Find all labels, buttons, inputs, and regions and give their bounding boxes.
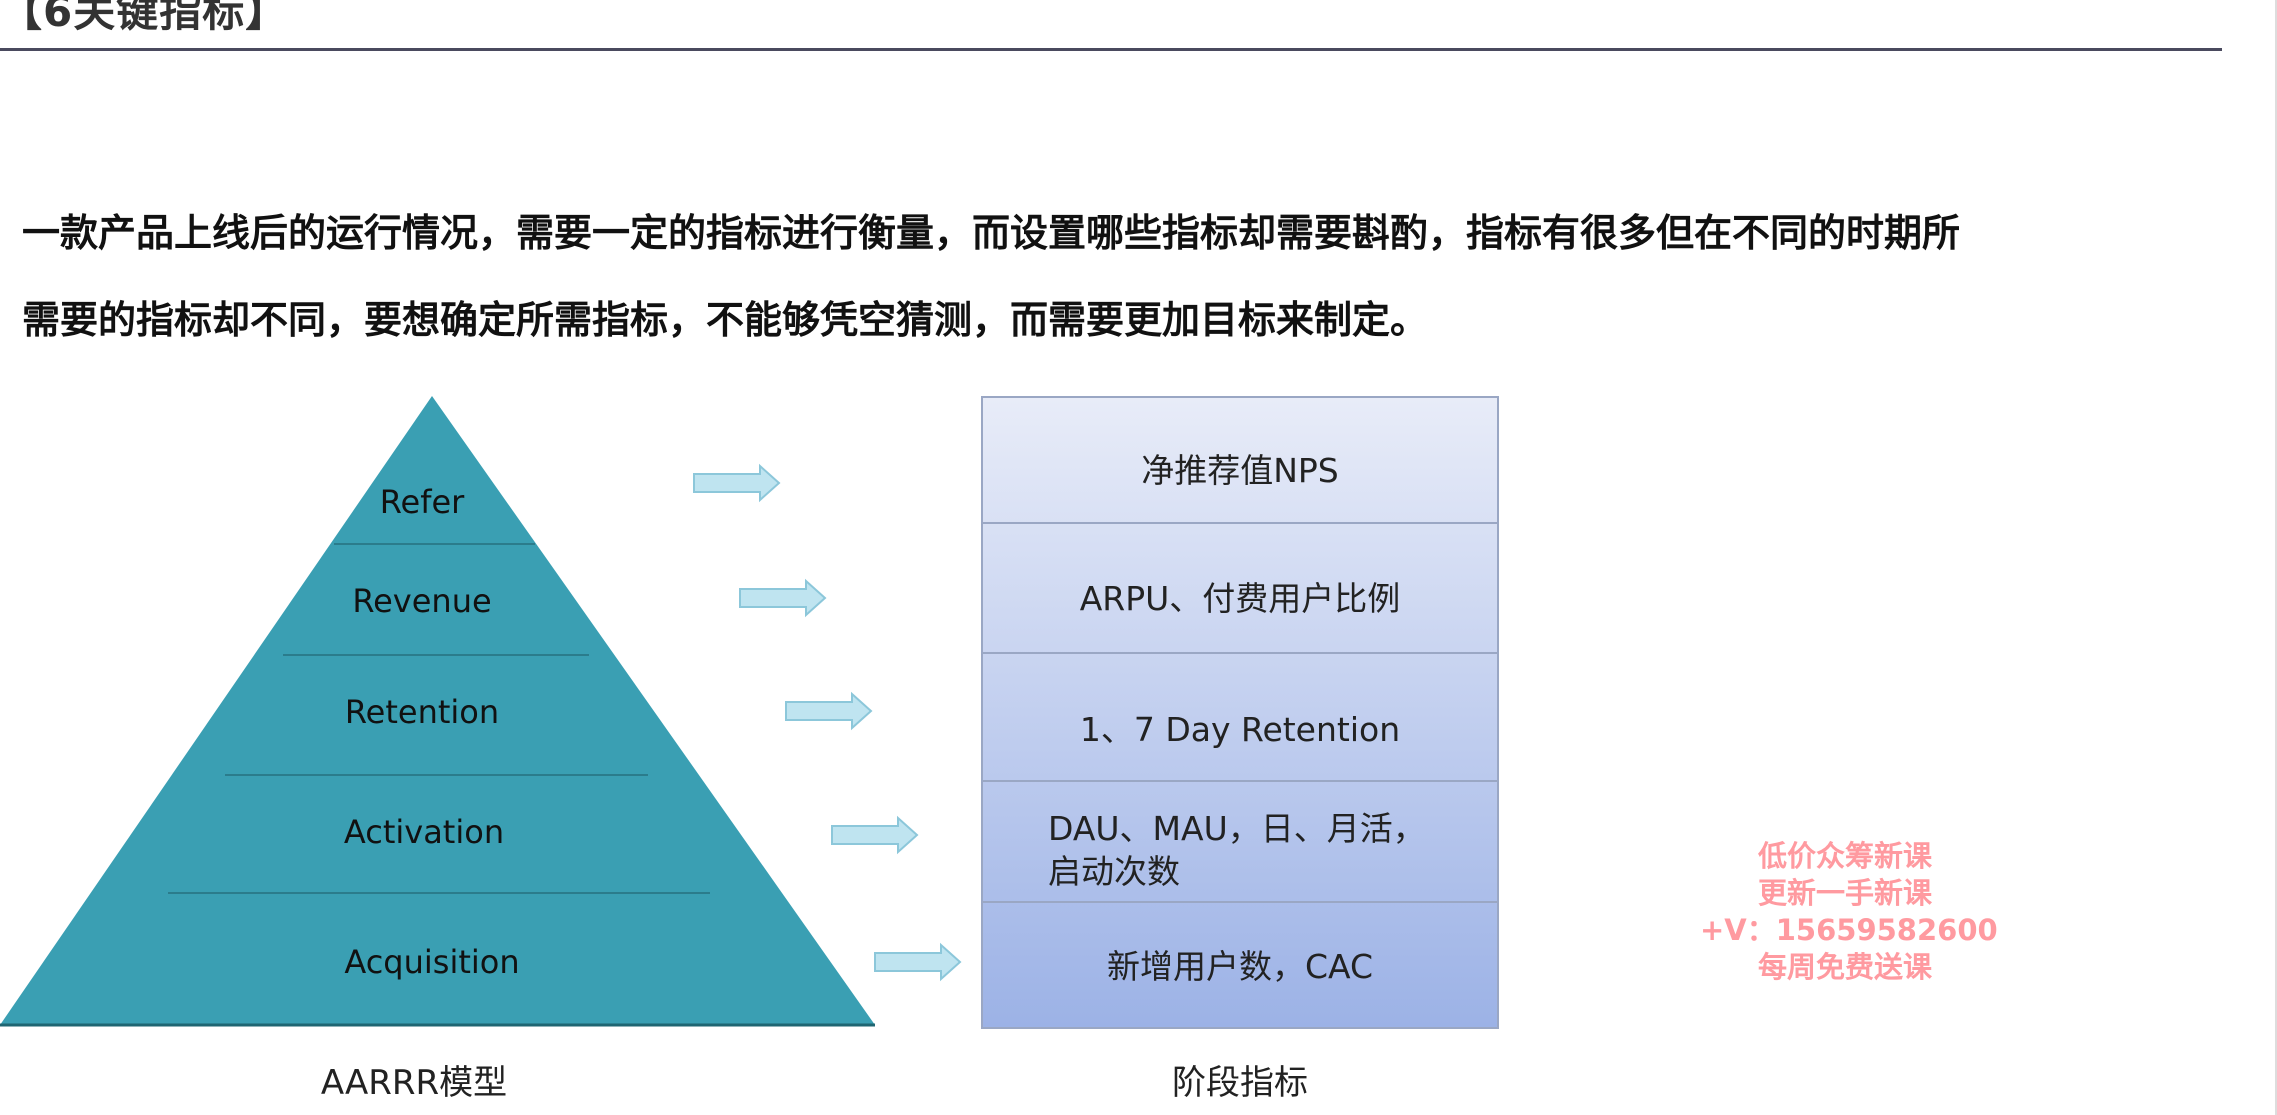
metric-launch-count: 启动次数 bbox=[1048, 852, 1180, 891]
metric-dau-mau: DAU、MAU，日、月活， bbox=[1048, 809, 1426, 848]
watermark-line: 更新一手新课 bbox=[1757, 876, 1932, 910]
pyramid-caption: AARRR模型 bbox=[321, 1063, 507, 1103]
metrics-box: 净推荐值NPS ARPU、付费用户比例 1、7 Day Retention DA… bbox=[981, 396, 1499, 1029]
metric-retention: 1、7 Day Retention bbox=[1080, 710, 1400, 749]
metrics-caption: 阶段指标 bbox=[1172, 1063, 1308, 1103]
metric-new-users-cac: 新增用户数，CAC bbox=[1107, 947, 1373, 986]
pyramid-level-refer: Refer bbox=[380, 483, 465, 521]
slide-title: 【6关键指标】 bbox=[0, 0, 289, 36]
intro-paragraph: 一款产品上线后的运行情况，需要一定的指标进行衡量，而设置哪些指标却需要斟酌，指标… bbox=[22, 190, 2252, 364]
pyramid-level-revenue: Revenue bbox=[352, 582, 491, 620]
arrow-right-icon bbox=[831, 815, 919, 855]
arrow-right-icon bbox=[693, 463, 781, 503]
metric-nps: 净推荐值NPS bbox=[1141, 451, 1339, 490]
watermark-line: 每周免费送课 bbox=[1757, 950, 1932, 984]
metric-arpu: ARPU、付费用户比例 bbox=[1080, 579, 1401, 618]
arrow-right-icon bbox=[785, 691, 873, 731]
arrow-right-icon bbox=[739, 578, 827, 618]
watermark-line: 低价众筹新课 bbox=[1757, 839, 1932, 873]
pyramid-level-acquisition: Acquisition bbox=[344, 943, 519, 981]
arrow-right-icon bbox=[874, 942, 962, 982]
title-divider bbox=[0, 48, 2222, 51]
intro-line-1: 一款产品上线后的运行情况，需要一定的指标进行衡量，而设置哪些指标却需要斟酌，指标… bbox=[22, 211, 1961, 255]
pyramid-level-activation: Activation bbox=[344, 813, 504, 851]
pyramid-level-retention: Retention bbox=[345, 693, 499, 731]
watermark-overlay: 低价众筹新课 更新一手新课 +V：15659582600 每周免费送课 bbox=[1700, 838, 1998, 986]
aarrr-diagram: Refer Revenue Retention Activation Acqui… bbox=[0, 396, 1499, 1103]
watermark-line: +V：15659582600 bbox=[1700, 913, 1998, 947]
intro-line-2: 需要的指标却不同，要想确定所需指标，不能够凭空猜测，而需要更加目标来制定。 bbox=[22, 298, 1429, 342]
